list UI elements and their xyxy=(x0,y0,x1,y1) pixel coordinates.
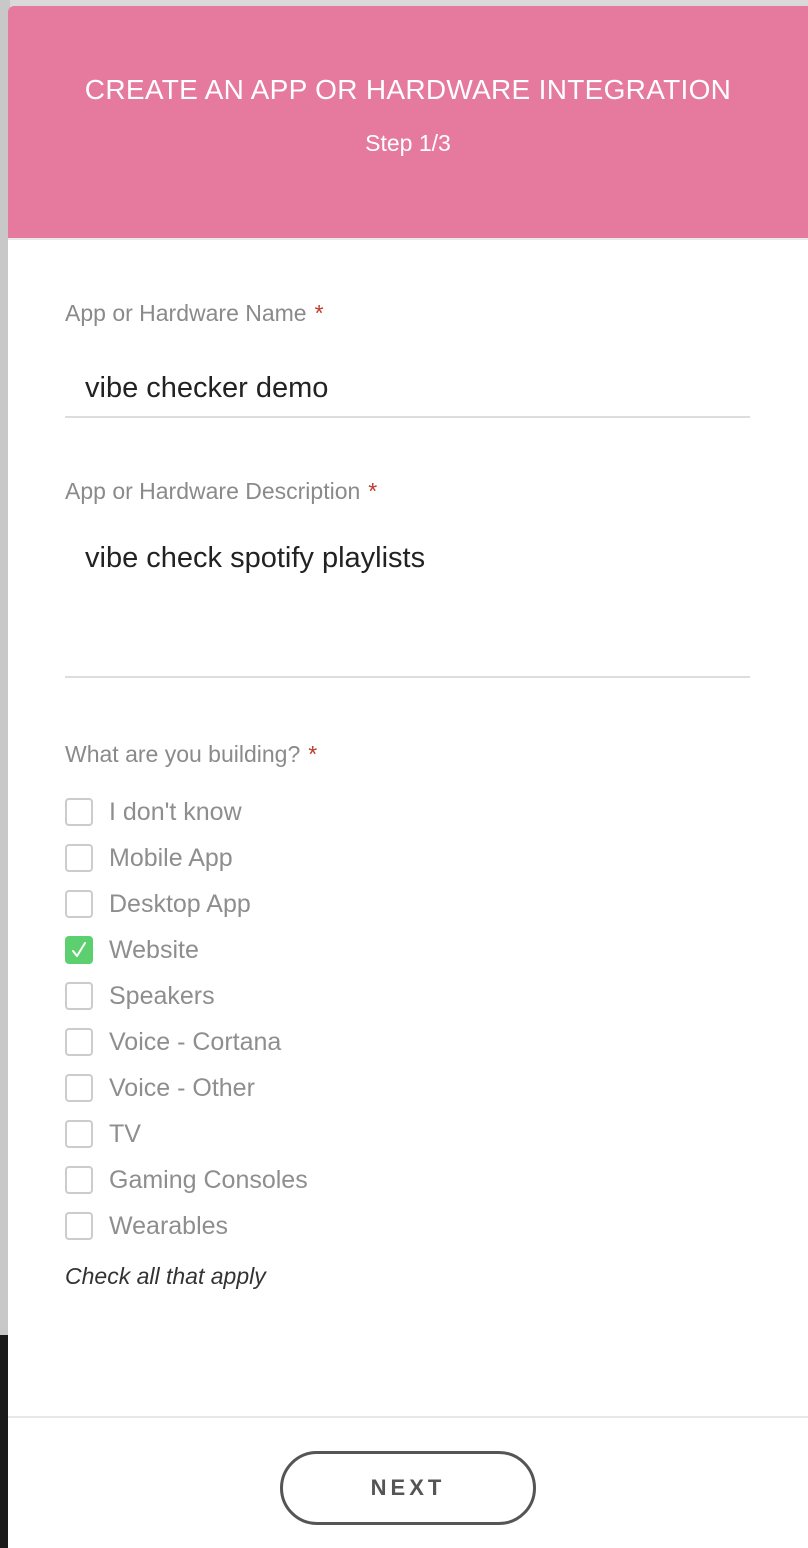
checkmark-icon xyxy=(72,942,86,957)
building-label-row: What are you building? * xyxy=(65,741,750,771)
checkbox[interactable] xyxy=(65,1212,93,1240)
check-all-hint: Check all that apply xyxy=(65,1263,266,1289)
create-integration-modal: CREATE AN APP OR HARDWARE INTEGRATION St… xyxy=(8,6,808,1548)
required-marker: * xyxy=(308,741,318,767)
app-name-input[interactable] xyxy=(65,356,750,418)
checkbox-label: Speakers xyxy=(109,981,215,1010)
checkbox-label: Wearables xyxy=(109,1211,229,1240)
checkbox-option[interactable]: Voice - Other xyxy=(65,1065,750,1111)
checkbox-label: I don't know xyxy=(109,797,242,826)
name-label-row: App or Hardware Name * xyxy=(65,300,750,330)
checkbox-label: Desktop App xyxy=(109,889,251,918)
modal-title: CREATE AN APP OR HARDWARE INTEGRATION xyxy=(84,74,732,105)
checkbox-label: Website xyxy=(109,935,199,964)
building-label: What are you building? xyxy=(65,741,301,767)
required-marker: * xyxy=(314,300,324,326)
checkbox-option[interactable]: Mobile App xyxy=(65,835,750,881)
name-label: App or Hardware Name xyxy=(65,300,307,326)
app-description-textarea[interactable]: vibe check spotify playlists xyxy=(65,528,750,678)
checkbox[interactable] xyxy=(65,844,93,872)
checkbox-checked[interactable] xyxy=(65,936,93,964)
checkbox[interactable] xyxy=(65,1074,93,1102)
checkbox-option[interactable]: I don't know xyxy=(65,789,750,835)
checkbox[interactable] xyxy=(65,1120,93,1148)
checkbox-option[interactable]: Wearables xyxy=(65,1203,750,1249)
checkbox[interactable] xyxy=(65,890,93,918)
description-label: App or Hardware Description xyxy=(65,478,361,504)
checkbox-label: Voice - Other xyxy=(109,1073,255,1102)
platform-checkbox-list: I don't know Mobile App Desktop App Website… xyxy=(65,789,750,1249)
checkbox-label: Voice - Cortana xyxy=(109,1027,282,1056)
checkbox-label: Gaming Consoles xyxy=(109,1165,308,1194)
modal-body: App or Hardware Name * App or Hardware De… xyxy=(8,300,808,1290)
checkbox-label: Mobile App xyxy=(109,843,233,872)
checkbox[interactable] xyxy=(65,982,93,1010)
checkbox[interactable] xyxy=(65,798,93,826)
checkbox[interactable] xyxy=(65,1028,93,1056)
checkbox-option[interactable]: Voice - Cortana xyxy=(65,1019,750,1065)
checkbox-option[interactable]: TV xyxy=(65,1111,750,1157)
next-button[interactable]: NEXT xyxy=(280,1451,536,1525)
checkbox-option[interactable]: Speakers xyxy=(65,973,750,1019)
modal-header: CREATE AN APP OR HARDWARE INTEGRATION St… xyxy=(8,6,808,240)
step-indicator: Step 1/3 xyxy=(365,130,451,156)
checkbox-option[interactable]: Desktop App xyxy=(65,881,750,927)
checkbox[interactable] xyxy=(65,1166,93,1194)
modal-footer: NEXT xyxy=(8,1416,808,1548)
checkbox-option[interactable]: Gaming Consoles xyxy=(65,1157,750,1203)
description-label-row: App or Hardware Description * xyxy=(65,478,750,508)
required-marker: * xyxy=(368,478,378,504)
checkbox-label: TV xyxy=(109,1119,141,1148)
checkbox-option[interactable]: Website xyxy=(65,927,750,973)
